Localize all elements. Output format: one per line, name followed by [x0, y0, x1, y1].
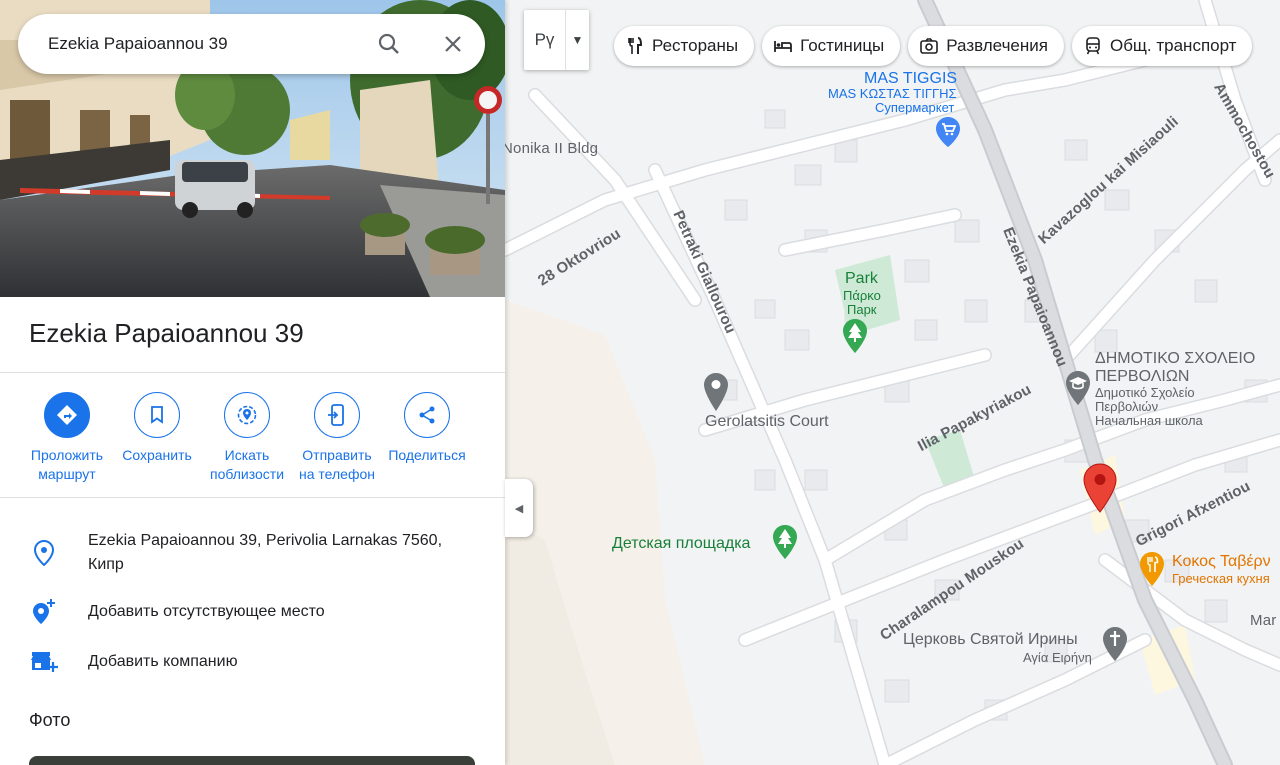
- chevron-left-icon: ◀: [514, 502, 524, 515]
- poi-church[interactable]: Церковь Святой Ирины: [903, 631, 1078, 649]
- category-chips: Рестораны Гостиницы Развлечения Общ. тра…: [614, 26, 1253, 66]
- add-place-icon-wrap: [0, 599, 88, 626]
- chip-entertainment[interactable]: Развлечения: [908, 26, 1064, 66]
- share-circle: [404, 392, 450, 438]
- add-missing-place-text: Добавить отсутствующее место: [88, 603, 325, 620]
- poi-mas-tiggis-greek: MAS ΚΩΣΤΑΣ ΤΙΓΓΗΣ: [828, 86, 957, 101]
- chip-transit-label: Общ. транспорт: [1109, 36, 1237, 55]
- poi-school-name-line2: ΠΕΡΒΟΛΙΩΝ: [1095, 368, 1190, 385]
- hotel-icon: [774, 41, 793, 52]
- divider: [0, 497, 505, 498]
- chip-hotels-label: Гостиницы: [800, 36, 885, 55]
- caret-down-icon[interactable]: ▼: [566, 10, 589, 70]
- poi-kokos-type: Греческая кухня: [1172, 571, 1270, 586]
- poi-park[interactable]: Park: [845, 270, 878, 288]
- collapse-panel-button[interactable]: ◀: [505, 479, 533, 537]
- send-to-phone-label: Отправить на телефон: [299, 447, 375, 482]
- street-label-mar: Mar: [1250, 612, 1277, 629]
- chip-hotels[interactable]: Гостиницы: [762, 26, 901, 66]
- photos-section-title: Фото: [29, 710, 71, 730]
- poi-school-type: Начальная школа: [1095, 413, 1203, 428]
- clear-search-button[interactable]: [421, 14, 485, 74]
- map-type-switcher[interactable]: Рү ▼: [524, 10, 589, 70]
- search-button[interactable]: [357, 14, 421, 74]
- map-type-label[interactable]: Рү: [524, 10, 566, 70]
- directions-button[interactable]: Проложить маршрут: [22, 392, 112, 484]
- school-icon[interactable]: [1065, 370, 1091, 406]
- photo-thumbnail[interactable]: [29, 756, 475, 765]
- location-pin-icon: [34, 540, 54, 566]
- restaurant-icon: [628, 37, 643, 54]
- send-to-phone-circle: [314, 392, 360, 438]
- nearby-button[interactable]: Искать поблизости: [202, 392, 292, 484]
- poi-church-greek: Αγία Ειρήνη: [1023, 650, 1092, 665]
- chip-entertainment-label: Развлечения: [946, 36, 1048, 55]
- add-location-icon: [33, 599, 55, 624]
- send-to-phone-button[interactable]: Отправить на телефон: [292, 392, 382, 484]
- share-icon: [419, 406, 435, 424]
- chip-restaurants[interactable]: Рестораны: [614, 26, 755, 66]
- transit-icon: [1086, 37, 1100, 55]
- tree-icon[interactable]: [772, 524, 798, 560]
- poi-park-greek: Πάρκο: [843, 288, 881, 303]
- add-business-row[interactable]: Добавить компанию: [0, 650, 505, 674]
- poi-gerolatsitis-court[interactable]: Gerolatsitis Court: [705, 413, 829, 431]
- nearby-circle: [224, 392, 270, 438]
- directions-icon: [57, 405, 77, 425]
- search-icon: [378, 33, 399, 54]
- chip-restaurants-label: Рестораны: [652, 36, 739, 55]
- map-canvas[interactable]: Nonika II Bldg 28 Oktovriou Petraki Gial…: [505, 0, 1280, 765]
- maps-app: Nonika II Bldg 28 Oktovriou Petraki Gial…: [0, 0, 1280, 765]
- street-label-nonika: Nonika II Bldg: [505, 140, 599, 157]
- add-business-icon-wrap: [0, 650, 88, 674]
- place-title: Ezekia Papaioannou 39: [29, 318, 304, 348]
- shopping-cart-icon[interactable]: [935, 116, 961, 148]
- poi-mas-tiggis-type: Супермаркет: [875, 100, 955, 115]
- add-business-text: Добавить компанию: [88, 653, 238, 670]
- camera-icon: [920, 38, 939, 54]
- place-actions: Проложить маршрут Сохранить Искать побли…: [22, 392, 472, 484]
- poi-school-name[interactable]: ΔΗΜΟΤΙΚΟ ΣΧΟΛΕΙΟ: [1095, 350, 1255, 368]
- directions-circle: [44, 392, 90, 438]
- add-business-icon: [31, 652, 58, 672]
- selected-place-pin-icon[interactable]: [1083, 463, 1117, 513]
- close-icon: [445, 36, 461, 52]
- add-missing-place-row[interactable]: Добавить отсутствующее место: [0, 599, 505, 626]
- save-label: Сохранить: [122, 447, 192, 463]
- address-row[interactable]: Ezekia Papaioannou 39, Perivolia Larnaka…: [0, 529, 505, 577]
- address-text: Ezekia Papaioannou 39, Perivolia Larnaka…: [88, 532, 443, 573]
- poi-park-russian: Парк: [847, 302, 877, 317]
- location-pin-icon[interactable]: [703, 372, 729, 412]
- address-icon-wrap: [0, 529, 88, 566]
- divider: [0, 372, 505, 373]
- send-to-phone-icon: [328, 404, 344, 426]
- church-icon[interactable]: [1102, 626, 1128, 662]
- poi-school-greek-line2: Περβολιών: [1095, 399, 1159, 414]
- poi-playground[interactable]: Детская площадка: [612, 535, 750, 553]
- chip-transit[interactable]: Общ. транспорт: [1071, 26, 1253, 66]
- place-side-panel: Ezekia Papaioannou 39 Ezekia Papaioannou…: [0, 0, 505, 765]
- save-circle: [134, 392, 180, 438]
- tree-icon[interactable]: [842, 318, 868, 354]
- search-box[interactable]: Ezekia Papaioannou 39: [18, 14, 485, 74]
- share-button[interactable]: Поделиться: [382, 392, 472, 484]
- share-label: Поделиться: [388, 447, 466, 463]
- nearby-icon: [237, 405, 257, 425]
- poi-kokos-taverna[interactable]: Κοκος Ταβέρν: [1172, 553, 1271, 571]
- restaurant-pin-icon[interactable]: [1139, 551, 1165, 587]
- save-button[interactable]: Сохранить: [112, 392, 202, 484]
- nearby-label: Искать поблизости: [209, 447, 285, 482]
- bookmark-icon: [151, 406, 163, 424]
- poi-school-greek: Δημοτικό Σχολείο: [1095, 385, 1195, 400]
- search-input[interactable]: Ezekia Papaioannou 39: [48, 34, 357, 54]
- directions-label: Проложить маршрут: [30, 447, 104, 482]
